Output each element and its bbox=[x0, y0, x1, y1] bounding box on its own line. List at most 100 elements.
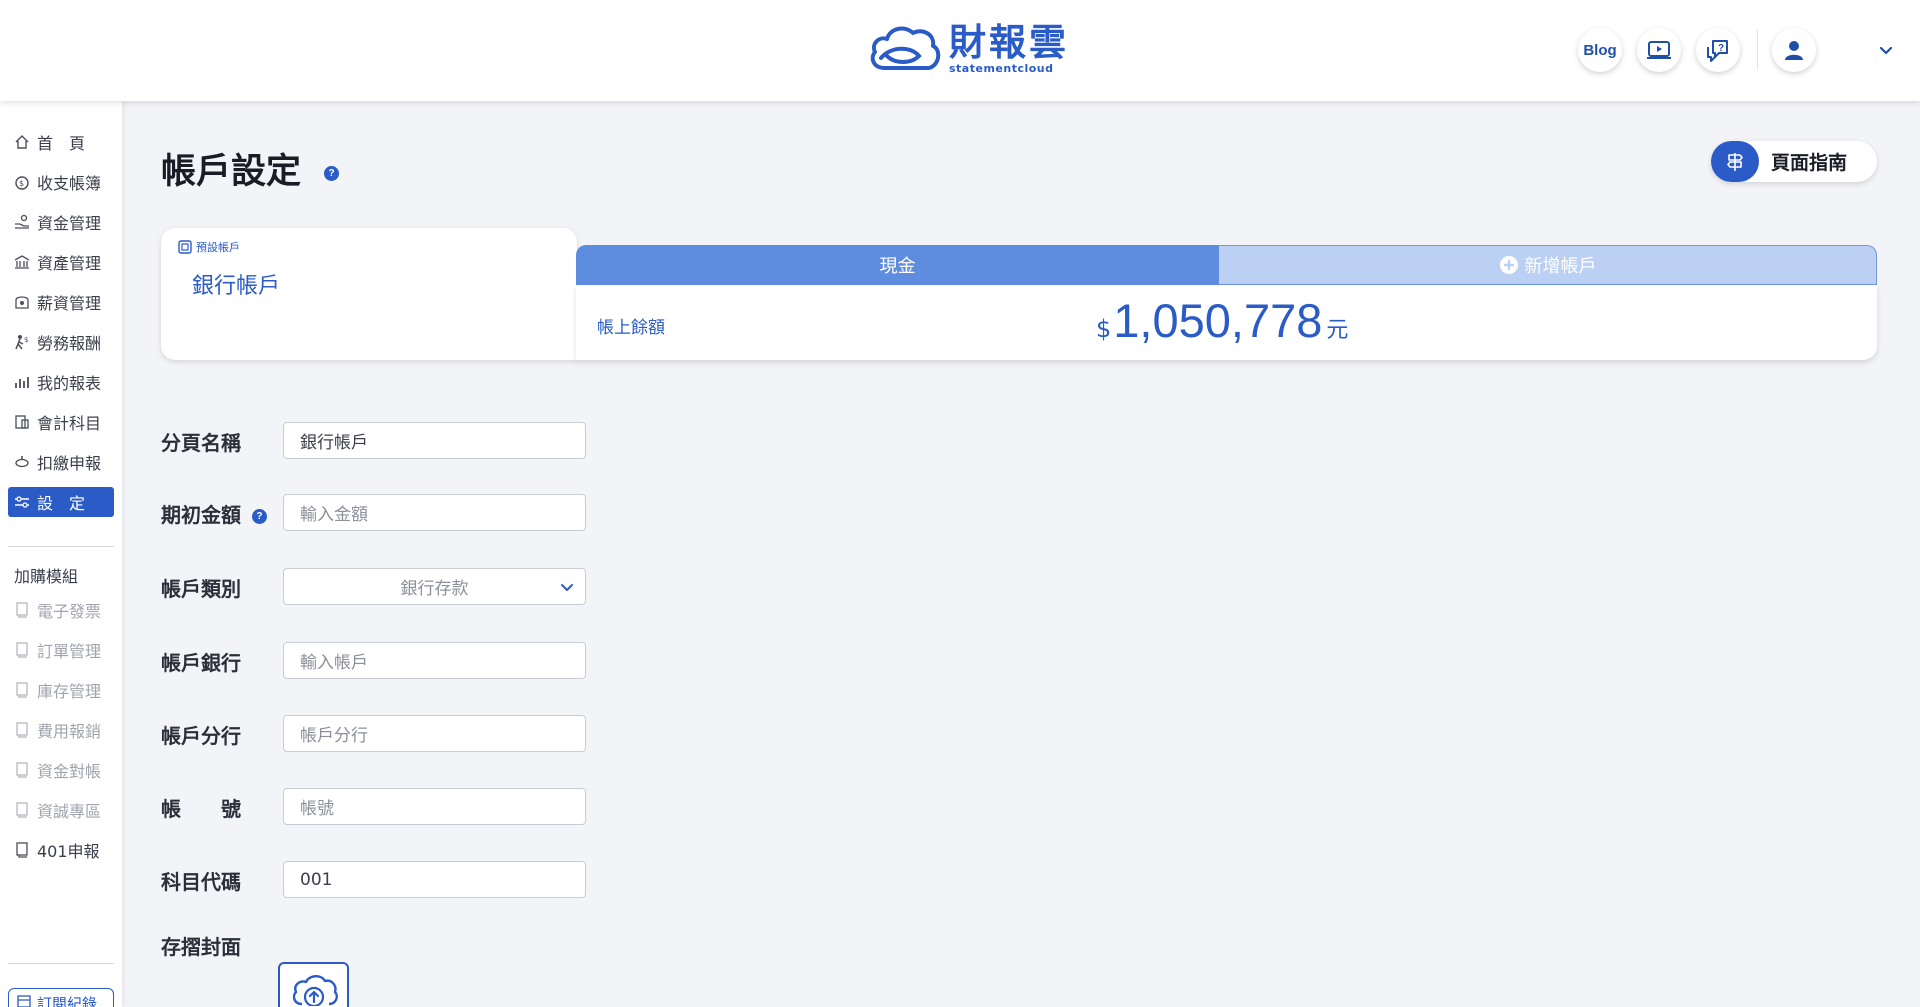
sidebar-addon-expense[interactable]: 費用報銷 bbox=[8, 715, 114, 745]
tab-label: 現金 bbox=[879, 256, 916, 277]
sidebar-item-labor[interactable]: $ 勞務報酬 bbox=[8, 327, 114, 357]
sidebar-item-reports[interactable]: 我的報表 bbox=[8, 367, 114, 397]
sidebar-item-ledger[interactable]: $ 收支帳簿 bbox=[8, 167, 114, 197]
help-icon[interactable]: ? bbox=[251, 509, 267, 524]
opening-amount-label-text: 期初金額 bbox=[161, 503, 241, 527]
opening-amount-input[interactable]: 輸入金額 bbox=[283, 494, 586, 531]
tab-add-account[interactable]: 新增帳戶 bbox=[1219, 245, 1877, 285]
account-type-label: 帳戶類別 bbox=[161, 577, 241, 601]
sidebar-item-label: 庫存管理 bbox=[37, 682, 102, 701]
branch-placeholder: 帳戶分行 bbox=[300, 726, 368, 746]
tag-icon bbox=[178, 240, 192, 254]
sliders-icon bbox=[14, 494, 30, 510]
sidebar-item-assets[interactable]: 資產管理 bbox=[8, 247, 114, 277]
account-number-label: 帳 號 bbox=[161, 797, 241, 821]
header-separator bbox=[1757, 30, 1758, 70]
page-guide-button[interactable]: 頁面指南 bbox=[1711, 141, 1877, 182]
sidebar-item-label: 資金管理 bbox=[37, 214, 102, 233]
bank-input[interactable]: 輸入帳戶 bbox=[283, 642, 586, 679]
cloud-logo-icon bbox=[870, 26, 941, 70]
video-tutorial-button[interactable] bbox=[1637, 28, 1681, 72]
account-tabs: 現金 新增帳戶 bbox=[576, 245, 1877, 285]
branch-input[interactable]: 帳戶分行 bbox=[283, 715, 586, 752]
bank-placeholder: 輸入帳戶 bbox=[300, 653, 368, 673]
account-number-input[interactable]: 帳號 bbox=[283, 788, 586, 825]
cloud-upload-icon bbox=[292, 975, 338, 1006]
calendar-icon bbox=[17, 994, 31, 1007]
subscription-history-button[interactable]: 訂閱紀錄 bbox=[8, 988, 114, 1007]
lock-book-icon bbox=[14, 642, 30, 658]
sidebar-item-home[interactable]: 首 頁 bbox=[8, 127, 114, 157]
stamp-icon bbox=[14, 454, 30, 470]
sidebar-item-label: 我的報表 bbox=[37, 374, 102, 393]
sidebar-addon-einvoice[interactable]: 電子發票 bbox=[8, 595, 114, 625]
tab-name-input[interactable]: 銀行帳戶 bbox=[283, 422, 586, 459]
home-icon bbox=[14, 134, 30, 150]
lock-book-icon bbox=[14, 802, 30, 818]
sidebar-item-label: 電子發票 bbox=[37, 602, 102, 621]
sidebar-item-withholding[interactable]: 扣繳申報 bbox=[8, 447, 114, 477]
sidebar-item-label: 勞務報酬 bbox=[37, 334, 102, 353]
help-icon[interactable]: ? bbox=[324, 166, 339, 181]
svg-text:$: $ bbox=[19, 179, 24, 188]
sidebar-addon-401[interactable]: 401申報 bbox=[8, 835, 114, 865]
sidebar-item-label: 會計科目 bbox=[37, 414, 102, 433]
app-logo[interactable]: 財報雲 statementcloud bbox=[867, 22, 1069, 76]
chevron-down-icon[interactable] bbox=[1876, 40, 1896, 60]
addon-heading: 加購模組 bbox=[14, 567, 79, 586]
subscription-history-label: 訂閱紀錄 bbox=[37, 994, 98, 1007]
subject-code-label: 科目代碼 bbox=[161, 870, 241, 894]
lock-book-icon bbox=[14, 722, 30, 738]
subject-code-input[interactable]: 001 bbox=[283, 861, 586, 898]
tab-name-label: 分頁名稱 bbox=[161, 431, 241, 455]
support-chat-button[interactable]: ? bbox=[1696, 28, 1740, 72]
sidebar: 首 頁 $ 收支帳簿 資金管理 資產管理 薪資管理 $ 勞務報酬 我的報表 會計… bbox=[0, 101, 122, 1007]
opening-amount-placeholder: 輸入金額 bbox=[300, 505, 368, 525]
passbook-upload-button[interactable] bbox=[278, 962, 349, 1007]
account-type-selected: 銀行存款 bbox=[400, 579, 469, 599]
plus-circle-icon bbox=[1499, 256, 1518, 274]
wallet-icon bbox=[14, 294, 30, 310]
guide-icon bbox=[1711, 141, 1759, 182]
sidebar-item-label: 收支帳簿 bbox=[37, 174, 102, 193]
user-avatar-button[interactable] bbox=[1772, 28, 1816, 72]
sidebar-item-funds[interactable]: 資金管理 bbox=[8, 207, 114, 237]
sidebar-addon-pwc[interactable]: 資誠專區 bbox=[8, 795, 114, 825]
sidebar-item-label: 費用報銷 bbox=[37, 722, 102, 741]
branch-label: 帳戶分行 bbox=[161, 724, 241, 748]
ledger-icon bbox=[14, 414, 30, 430]
svg-text:?: ? bbox=[1718, 43, 1724, 54]
sidebar-item-label: 扣繳申報 bbox=[37, 454, 102, 473]
balance-unit: 元 bbox=[1326, 318, 1349, 343]
building-icon bbox=[14, 254, 30, 270]
sidebar-item-label: 訂單管理 bbox=[37, 642, 102, 661]
balance-value: 1,050,778 bbox=[1113, 294, 1323, 347]
opening-amount-label: 期初金額 ? bbox=[161, 499, 267, 528]
sidebar-addon-inventory[interactable]: 庫存管理 bbox=[8, 675, 114, 705]
sidebar-addon-reconcile[interactable]: 資金對帳 bbox=[8, 755, 114, 785]
sidebar-item-payroll[interactable]: 薪資管理 bbox=[8, 287, 114, 317]
sidebar-item-label: 資產管理 bbox=[37, 254, 102, 273]
worker-icon: $ bbox=[14, 334, 30, 350]
blog-label: Blog bbox=[1583, 41, 1617, 59]
sidebar-addon-orders[interactable]: 訂單管理 bbox=[8, 635, 114, 665]
sidebar-item-settings[interactable]: 設 定 bbox=[8, 487, 114, 517]
default-account-card[interactable]: 預設帳戶 銀行帳戶 bbox=[161, 228, 577, 360]
bank-label: 帳戶銀行 bbox=[161, 651, 241, 675]
support-chat-icon: ? bbox=[1707, 40, 1728, 62]
sidebar-item-accounts[interactable]: 會計科目 bbox=[8, 407, 114, 437]
balance-panel: 帳上餘額 $ 1,050,778 元 bbox=[576, 285, 1877, 360]
top-header: 財報雲 statementcloud Blog ? bbox=[0, 0, 1920, 101]
sidebar-item-label: 資金對帳 bbox=[37, 762, 102, 781]
tab-cash[interactable]: 現金 bbox=[576, 245, 1219, 285]
blog-button[interactable]: Blog bbox=[1578, 28, 1622, 72]
user-avatar-icon bbox=[1785, 41, 1803, 60]
book-icon bbox=[14, 842, 30, 858]
subject-code-value: 001 bbox=[300, 869, 333, 890]
account-type-select[interactable]: 銀行存款 bbox=[283, 568, 586, 605]
default-account-tag-label: 預設帳戶 bbox=[196, 241, 240, 254]
sidebar-item-label: 薪資管理 bbox=[37, 294, 102, 313]
currency-symbol: $ bbox=[1096, 315, 1112, 343]
chart-icon bbox=[14, 374, 30, 390]
tab-name-value: 銀行帳戶 bbox=[300, 433, 368, 453]
